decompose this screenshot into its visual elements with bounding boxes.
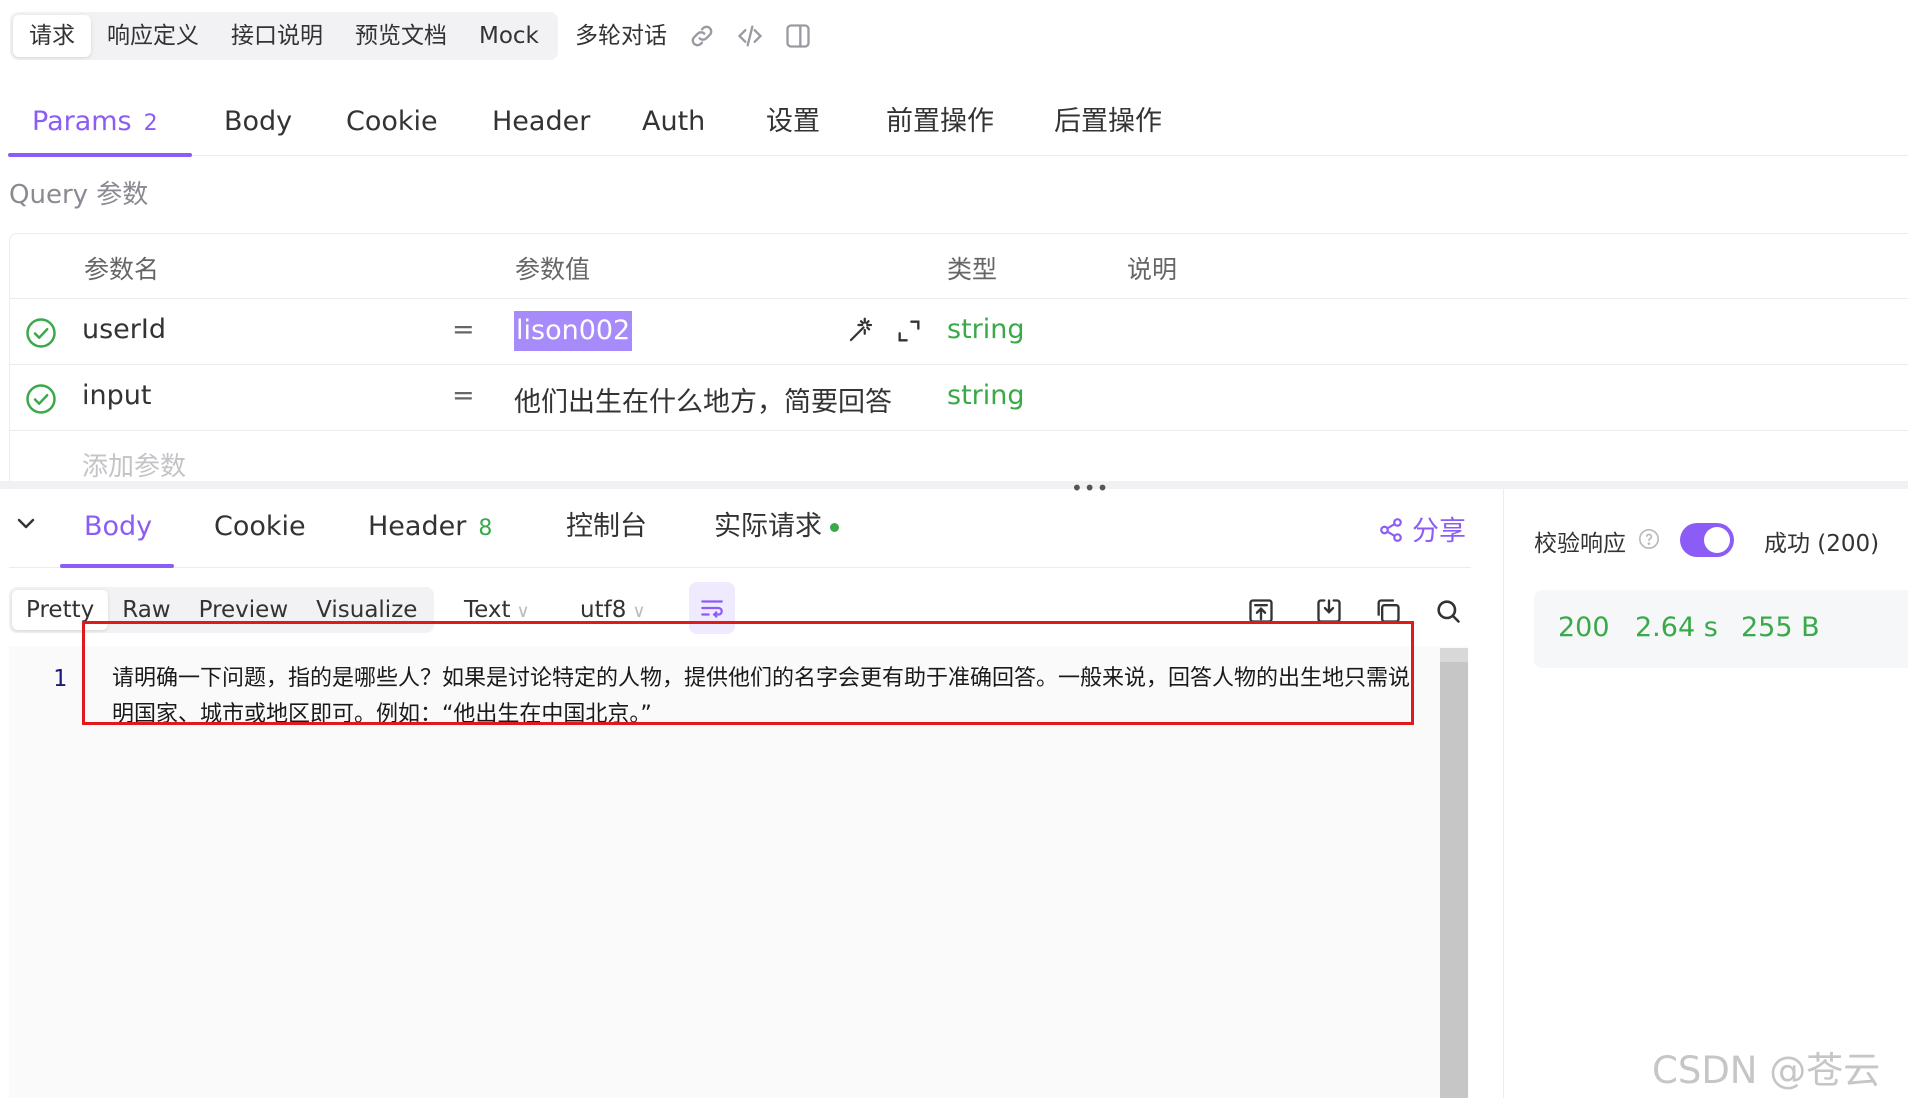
header-param-name: 参数名 xyxy=(84,255,160,284)
table-header: 参数名 参数值 类型 说明 xyxy=(10,234,1908,299)
line-number: 1 xyxy=(53,666,67,692)
active-tab-indicator xyxy=(8,153,192,157)
tab-body[interactable]: Body xyxy=(224,100,292,144)
param-name[interactable]: input xyxy=(82,380,151,411)
enabled-check-icon[interactable] xyxy=(25,317,57,349)
response-tab-cookie[interactable]: Cookie xyxy=(214,507,306,547)
help-icon[interactable] xyxy=(1638,528,1660,550)
tab-pre-processors[interactable]: 前置操作 xyxy=(886,100,994,144)
response-tab-header[interactable]: Header 8 xyxy=(368,507,492,547)
magic-wand-icon[interactable] xyxy=(846,315,876,345)
panel-splitter[interactable] xyxy=(0,481,1908,489)
search-icon[interactable] xyxy=(1434,597,1462,625)
wrap-text-icon xyxy=(701,600,723,618)
tab-auth[interactable]: Auth xyxy=(642,100,705,144)
share-icon xyxy=(1380,518,1402,542)
equals-sign: = xyxy=(452,380,475,411)
table-row: userId = lison002 string xyxy=(10,299,1908,365)
header-count-badge: 8 xyxy=(478,516,493,541)
query-params-title: Query 参数 xyxy=(9,180,149,210)
add-param-placeholder[interactable]: 添加参数 xyxy=(82,446,186,481)
panel-divider xyxy=(1503,489,1504,1098)
response-tab-console[interactable]: 控制台 xyxy=(566,507,647,547)
param-name[interactable]: userId xyxy=(82,314,166,345)
tab-request[interactable]: 请求 xyxy=(13,15,91,57)
watermark: CSDN @苍云烟 xyxy=(1652,1049,1881,1092)
active-tab-indicator xyxy=(60,564,174,568)
chevron-down-icon: ∨ xyxy=(632,601,646,622)
equals-sign: = xyxy=(452,314,475,345)
content-type-value: Text xyxy=(464,597,511,623)
scrollbar-cap xyxy=(1440,648,1468,662)
tab-multi-turn-chat[interactable]: 多轮对话 xyxy=(575,12,667,60)
response-stats: 200 2.64 s 255 B xyxy=(1534,590,1908,668)
enabled-check-icon[interactable] xyxy=(25,383,57,415)
response-tab-body[interactable]: Body xyxy=(84,507,152,547)
chevron-down-icon: ∨ xyxy=(516,601,530,622)
encoding-value: utf8 xyxy=(580,597,627,623)
response-panel: Body Cookie Header 8 控制台 实际请求 分享 Pretty R… xyxy=(0,489,1503,1098)
query-params-table: 参数名 参数值 类型 说明 userId = lison002 string i… xyxy=(9,233,1908,481)
divider xyxy=(9,567,1471,568)
header-param-value: 参数值 xyxy=(515,255,591,284)
response-status-selector[interactable]: 成功 (200) xyxy=(1764,524,1879,558)
editor-scrollbar[interactable] xyxy=(1440,662,1468,1098)
param-value[interactable]: lison002 xyxy=(514,311,633,351)
chevron-down-icon[interactable] xyxy=(14,511,38,535)
top-tab-bar: 请求 响应定义 接口说明 预览文档 Mock xyxy=(10,12,558,60)
expand-icon[interactable] xyxy=(895,317,923,345)
tab-response-definition[interactable]: 响应定义 xyxy=(91,15,215,57)
tab-params-label: Params xyxy=(32,106,132,137)
toggle-knob xyxy=(1704,527,1730,553)
tab-post-processors[interactable]: 后置操作 xyxy=(1054,100,1162,144)
request-tab-bar: Params 2 Body Cookie Header Auth 设置 前置操作 … xyxy=(8,88,1908,157)
code-icon[interactable] xyxy=(736,22,764,50)
share-label: 分享 xyxy=(1412,516,1466,547)
response-time: 2.64 s xyxy=(1635,612,1718,643)
tab-preview-doc[interactable]: 预览文档 xyxy=(339,15,463,57)
header-type: 类型 xyxy=(947,255,998,284)
param-type[interactable]: string xyxy=(947,314,1025,345)
verify-response-toggle[interactable] xyxy=(1680,523,1734,557)
params-count-badge: 2 xyxy=(143,111,158,136)
tab-header[interactable]: Header xyxy=(492,100,590,144)
status-dot xyxy=(830,523,839,532)
tab-mock[interactable]: Mock xyxy=(463,15,555,57)
response-tab-actual-request[interactable]: 实际请求 xyxy=(714,507,839,547)
tab-api-description[interactable]: 接口说明 xyxy=(215,15,339,57)
param-type[interactable]: string xyxy=(947,380,1025,411)
highlight-annotation-box xyxy=(82,621,1414,725)
split-panel-icon[interactable] xyxy=(784,22,812,50)
table-row: input = 他们出生在什么地方，简要回答 string xyxy=(10,365,1908,431)
status-code: 200 xyxy=(1558,612,1610,643)
tab-params[interactable]: Params 2 xyxy=(32,100,158,144)
share-button[interactable]: 分享 xyxy=(1378,509,1466,548)
header-description: 说明 xyxy=(1127,255,1178,284)
response-tab-actual-request-label: 实际请求 xyxy=(714,511,822,542)
param-value[interactable]: 他们出生在什么地方，简要回答 xyxy=(514,380,892,419)
verify-response-label: 校验响应 xyxy=(1534,531,1626,557)
tab-cookie[interactable]: Cookie xyxy=(346,100,438,144)
response-size: 255 B xyxy=(1741,612,1820,643)
link-icon[interactable] xyxy=(688,22,716,50)
tab-settings[interactable]: 设置 xyxy=(766,100,820,144)
response-tab-header-label: Header xyxy=(368,511,467,542)
